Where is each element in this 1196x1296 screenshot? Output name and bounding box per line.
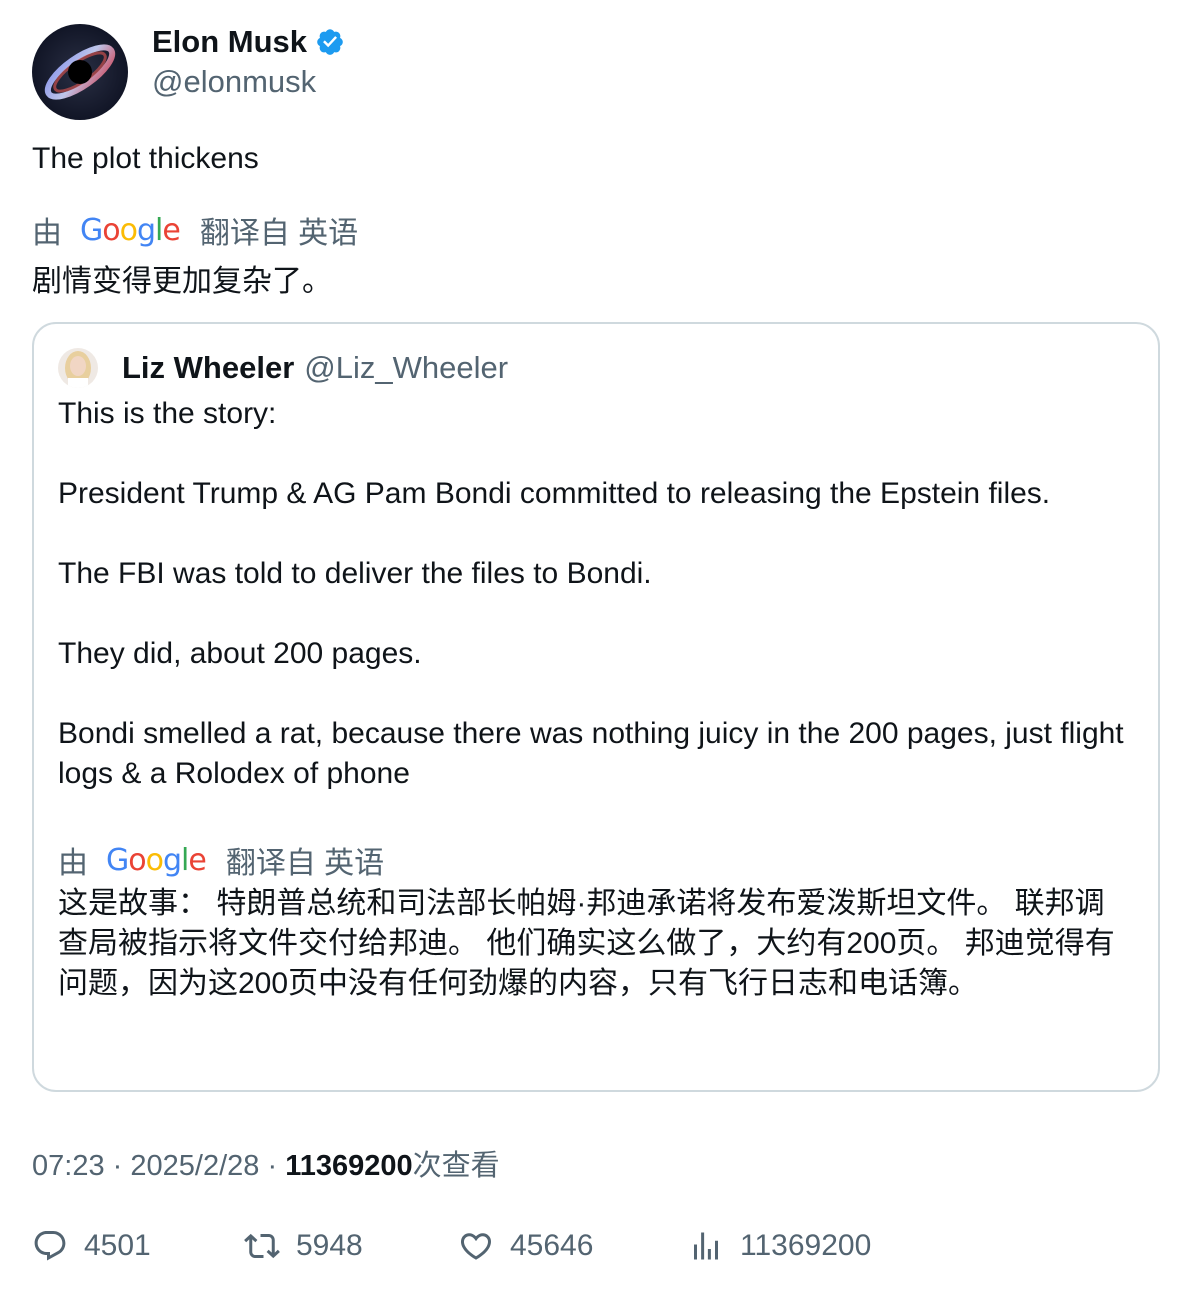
meta-separator: · (112, 1150, 123, 1182)
views-label: 次查看 (412, 1150, 500, 1182)
quote-author-avatar-image (58, 348, 98, 388)
tweet-date[interactable]: 2025/2/28 (130, 1150, 259, 1182)
views-chart-icon (694, 1232, 718, 1260)
translation-by-label: 由 (32, 217, 62, 250)
retweet-button[interactable]: 5948 (244, 1228, 363, 1264)
tweet-header: Elon Musk @elonmusk (32, 24, 345, 120)
quote-translation-attribution: 由 Google 翻译自 英语 (58, 838, 384, 882)
quote-tweet-card[interactable]: Liz Wheeler @Liz_Wheeler This is the sto… (32, 322, 1160, 1092)
tweet-text: The plot thickens (32, 142, 259, 175)
translation-from-label: 翻译自 英语 (225, 847, 385, 880)
quote-author-display-name[interactable]: Liz Wheeler (122, 350, 294, 386)
quote-paragraph: The FBI was told to deliver the files to… (58, 557, 652, 590)
quote-paragraph: This is the story: (58, 397, 277, 430)
author-display-name[interactable]: Elon Musk (152, 24, 307, 60)
google-logo-icon: Google (106, 842, 207, 878)
views-count: 11369200 (285, 1150, 413, 1182)
meta-separator: · (267, 1150, 278, 1182)
like-button[interactable]: 45646 (458, 1228, 593, 1264)
tweet-translated-text: 剧情变得更加复杂了。 (32, 265, 332, 298)
author-avatar-image (32, 24, 128, 120)
translation-by-label: 由 (58, 847, 88, 880)
quote-paragraph: Bondi smelled a rat, because there was n… (58, 717, 1124, 790)
retweet-count: 5948 (296, 1229, 363, 1262)
heart-icon (460, 1233, 492, 1260)
views-count-action: 11369200 (740, 1229, 872, 1262)
translation-attribution: 由 Google 翻译自 英语 (32, 208, 358, 252)
quote-translated-text: 这是故事： 特朗普总统和司法部长帕姆·邦迪承诺将发布爱泼斯坦文件。 联邦调查局被… (58, 887, 1115, 1000)
tweet-meta: 07:23 · 2025/2/28 · 11369200次查看 (32, 1142, 500, 1184)
views-button[interactable]: 11369200 (688, 1228, 871, 1264)
quote-paragraph: They did, about 200 pages. (58, 637, 422, 670)
retweet-icon (244, 1233, 280, 1259)
quote-author-handle[interactable]: @Liz_Wheeler (304, 350, 508, 386)
quote-header: Liz Wheeler @Liz_Wheeler (58, 348, 508, 388)
quote-paragraph: President Trump & AG Pam Bondi committed… (58, 477, 1051, 510)
quote-author-avatar[interactable] (58, 348, 98, 388)
reply-count: 4501 (84, 1229, 151, 1262)
author-handle[interactable]: @elonmusk (152, 64, 345, 100)
reply-button[interactable]: 4501 (32, 1228, 151, 1264)
like-count: 45646 (510, 1229, 594, 1262)
google-logo-icon: Google (80, 212, 181, 248)
tweet-time[interactable]: 07:23 (32, 1150, 105, 1182)
verified-badge-icon[interactable] (315, 27, 345, 57)
author-avatar[interactable] (32, 24, 128, 120)
reply-icon (34, 1231, 66, 1261)
translation-from-label: 翻译自 英语 (199, 217, 359, 250)
quote-body: This is the story: President Trump & AG … (58, 394, 1138, 794)
tweet-actions: 4501 5948 45646 11369200 (32, 1228, 1162, 1272)
